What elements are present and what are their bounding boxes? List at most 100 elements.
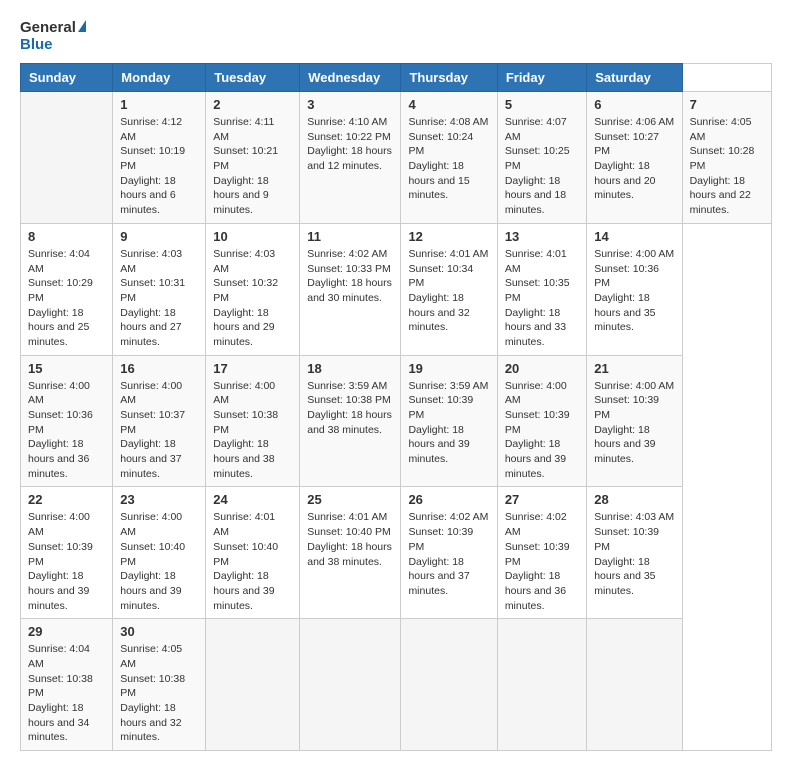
calendar-cell: 24Sunrise: 4:01 AMSunset: 10:40 PMDaylig… (206, 487, 300, 619)
calendar-cell: 18Sunrise: 3:59 AMSunset: 10:38 PMDaylig… (300, 355, 401, 487)
col-header-monday: Monday (113, 64, 206, 92)
calendar-cell: 23 Sunrise: 4:00 AMSunset: 10:40 PMDaylig… (113, 487, 206, 619)
day-number: 17 (213, 361, 292, 376)
day-info: Sunrise: 4:05 AMSunset: 10:28 PMDaylight… (690, 115, 764, 218)
day-number: 30 (120, 624, 198, 639)
calendar-cell: 7 Sunrise: 4:05 AMSunset: 10:28 PMDayligh… (682, 92, 771, 224)
calendar-cell: 3 Sunrise: 4:10 AMSunset: 10:22 PMDayligh… (300, 92, 401, 224)
day-number: 28 (594, 492, 674, 507)
day-info: Sunrise: 4:05 AMSunset: 10:38 PMDaylight… (120, 642, 198, 745)
day-number: 5 (505, 97, 579, 112)
calendar-cell (206, 619, 300, 751)
day-number: 20 (505, 361, 579, 376)
calendar-cell: 6 Sunrise: 4:06 AMSunset: 10:27 PMDayligh… (587, 92, 682, 224)
logo-blue: Blue (20, 37, 86, 54)
calendar-cell: 16 Sunrise: 4:00 AMSunset: 10:37 PMDaylig… (113, 355, 206, 487)
day-number: 14 (594, 229, 674, 244)
day-number: 29 (28, 624, 105, 639)
week-row-3: 15 Sunrise: 4:00 AMSunset: 10:36 PMDaylig… (21, 355, 772, 487)
calendar-cell: 26 Sunrise: 4:02 AMSunset: 10:39 PMDaylig… (401, 487, 497, 619)
week-row-1: 1 Sunrise: 4:12 AMSunset: 10:19 PMDayligh… (21, 92, 772, 224)
day-info: Sunrise: 4:01 AMSunset: 10:40 PMDaylight… (307, 510, 393, 569)
calendar-cell: 30 Sunrise: 4:05 AMSunset: 10:38 PMDaylig… (113, 619, 206, 751)
calendar-cell: 5Sunrise: 4:07 AMSunset: 10:25 PMDayligh… (497, 92, 586, 224)
day-number: 13 (505, 229, 579, 244)
calendar-cell: 13 Sunrise: 4:01 AMSunset: 10:35 PMDaylig… (497, 223, 586, 355)
day-info: Sunrise: 4:01 AMSunset: 10:34 PMDaylight… (408, 247, 489, 335)
day-info: Sunrise: 4:08 AMSunset: 10:24 PMDaylight… (408, 115, 489, 203)
calendar-cell: 8 Sunrise: 4:04 AMSunset: 10:29 PMDayligh… (21, 223, 113, 355)
calendar-cell: 27Sunrise: 4:02 AMSunset: 10:39 PMDaylig… (497, 487, 586, 619)
day-number: 19 (408, 361, 489, 376)
logo-wordmark: General Blue (20, 20, 86, 53)
calendar-cell: 1 Sunrise: 4:12 AMSunset: 10:19 PMDayligh… (113, 92, 206, 224)
calendar-cell: 9 Sunrise: 4:03 AMSunset: 10:31 PMDayligh… (113, 223, 206, 355)
calendar-cell: 25 Sunrise: 4:01 AMSunset: 10:40 PMDaylig… (300, 487, 401, 619)
calendar-cell: 11 Sunrise: 4:02 AMSunset: 10:33 PMDaylig… (300, 223, 401, 355)
day-number: 16 (120, 361, 198, 376)
day-info: Sunrise: 4:00 AMSunset: 10:37 PMDaylight… (120, 379, 198, 482)
day-info: Sunrise: 4:04 AMSunset: 10:29 PMDaylight… (28, 247, 105, 350)
day-info: Sunrise: 4:02 AMSunset: 10:33 PMDaylight… (307, 247, 393, 306)
day-number: 24 (213, 492, 292, 507)
day-info: Sunrise: 4:03 AMSunset: 10:39 PMDaylight… (594, 510, 674, 598)
day-number: 2 (213, 97, 292, 112)
day-number: 25 (307, 492, 393, 507)
day-number: 27 (505, 492, 579, 507)
day-info: Sunrise: 4:12 AMSunset: 10:19 PMDaylight… (120, 115, 198, 218)
calendar-cell (587, 619, 682, 751)
calendar-cell: 4 Sunrise: 4:08 AMSunset: 10:24 PMDayligh… (401, 92, 497, 224)
calendar-cell (300, 619, 401, 751)
day-number: 12 (408, 229, 489, 244)
day-number: 9 (120, 229, 198, 244)
calendar-header-row: SundayMondayTuesdayWednesdayThursdayFrid… (21, 64, 772, 92)
day-number: 7 (690, 97, 764, 112)
day-info: Sunrise: 4:02 AMSunset: 10:39 PMDaylight… (408, 510, 489, 598)
day-info: Sunrise: 4:00 AMSunset: 10:40 PMDaylight… (120, 510, 198, 613)
calendar-cell (401, 619, 497, 751)
week-row-4: 22Sunrise: 4:00 AMSunset: 10:39 PMDaylig… (21, 487, 772, 619)
day-number: 26 (408, 492, 489, 507)
col-header-sunday: Sunday (21, 64, 113, 92)
day-info: Sunrise: 4:03 AMSunset: 10:32 PMDaylight… (213, 247, 292, 350)
calendar-cell: 29 Sunrise: 4:04 AMSunset: 10:38 PMDaylig… (21, 619, 113, 751)
logo: General Blue (20, 20, 86, 53)
day-info: Sunrise: 4:00 AMSunset: 10:39 PMDaylight… (594, 379, 674, 467)
day-info: Sunrise: 4:03 AMSunset: 10:31 PMDaylight… (120, 247, 198, 350)
col-header-tuesday: Tuesday (206, 64, 300, 92)
col-header-thursday: Thursday (401, 64, 497, 92)
calendar-cell: 15 Sunrise: 4:00 AMSunset: 10:36 PMDaylig… (21, 355, 113, 487)
day-number: 11 (307, 229, 393, 244)
day-info: Sunrise: 4:04 AMSunset: 10:38 PMDaylight… (28, 642, 105, 745)
col-header-friday: Friday (497, 64, 586, 92)
day-info: Sunrise: 4:00 AMSunset: 10:39 PMDaylight… (505, 379, 579, 482)
day-number: 23 (120, 492, 198, 507)
logo-general: General (20, 20, 86, 37)
calendar-cell: 22Sunrise: 4:00 AMSunset: 10:39 PMDaylig… (21, 487, 113, 619)
calendar-cell: 14Sunrise: 4:00 AMSunset: 10:36 PMDaylig… (587, 223, 682, 355)
day-number: 4 (408, 97, 489, 112)
day-number: 3 (307, 97, 393, 112)
day-number: 6 (594, 97, 674, 112)
day-number: 8 (28, 229, 105, 244)
day-info: Sunrise: 4:01 AMSunset: 10:35 PMDaylight… (505, 247, 579, 350)
day-number: 1 (120, 97, 198, 112)
calendar-cell (21, 92, 113, 224)
week-row-5: 29 Sunrise: 4:04 AMSunset: 10:38 PMDaylig… (21, 619, 772, 751)
day-info: Sunrise: 4:00 AMSunset: 10:36 PMDaylight… (28, 379, 105, 482)
day-info: Sunrise: 4:11 AMSunset: 10:21 PMDaylight… (213, 115, 292, 218)
day-info: Sunrise: 4:06 AMSunset: 10:27 PMDaylight… (594, 115, 674, 203)
day-number: 18 (307, 361, 393, 376)
page-header: General Blue (20, 20, 772, 53)
calendar-table: SundayMondayTuesdayWednesdayThursdayFrid… (20, 63, 772, 751)
calendar-cell: 2 Sunrise: 4:11 AMSunset: 10:21 PMDayligh… (206, 92, 300, 224)
day-info: Sunrise: 4:10 AMSunset: 10:22 PMDaylight… (307, 115, 393, 174)
day-number: 22 (28, 492, 105, 507)
calendar-cell: 10Sunrise: 4:03 AMSunset: 10:32 PMDaylig… (206, 223, 300, 355)
calendar-cell: 19 Sunrise: 3:59 AMSunset: 10:39 PMDaylig… (401, 355, 497, 487)
day-info: Sunrise: 3:59 AMSunset: 10:39 PMDaylight… (408, 379, 489, 467)
day-number: 15 (28, 361, 105, 376)
calendar-cell: 21Sunrise: 4:00 AMSunset: 10:39 PMDaylig… (587, 355, 682, 487)
day-info: Sunrise: 4:00 AMSunset: 10:38 PMDaylight… (213, 379, 292, 482)
col-header-wednesday: Wednesday (300, 64, 401, 92)
